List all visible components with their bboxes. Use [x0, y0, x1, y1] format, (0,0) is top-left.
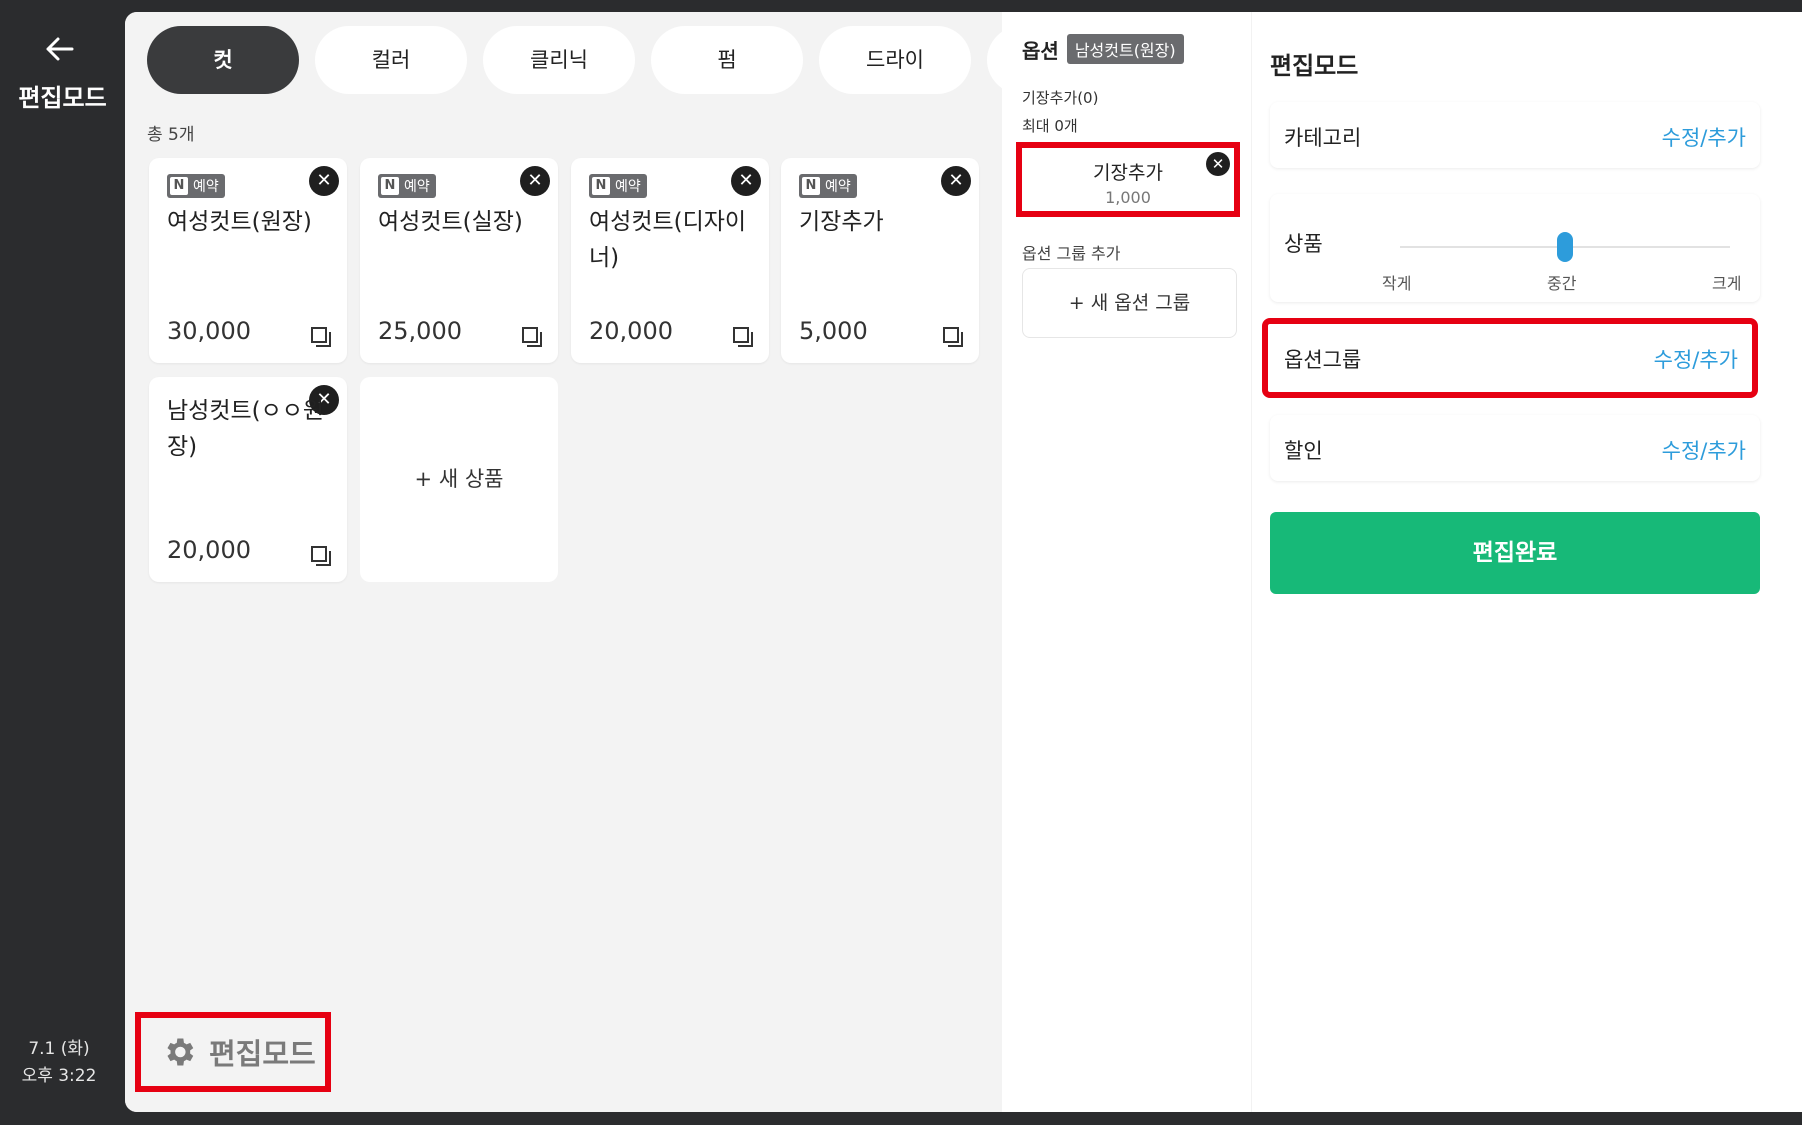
product-name: 기장추가 — [799, 209, 884, 235]
copy-icon[interactable] — [309, 544, 333, 568]
product-area: 컷 컬러 클리닉 펌 드라이 총 5개 N 예약 ✕ 여성컷트(원장) 30,00… — [125, 12, 1002, 1112]
tab-more[interactable] — [987, 26, 1002, 94]
size-small-label: 작게 — [1382, 274, 1412, 293]
tab-perm[interactable]: 펌 — [651, 26, 803, 94]
product-name: 여성컷트(실장) — [378, 209, 523, 235]
main-panel: 컷 컬러 클리닉 펌 드라이 총 5개 N 예약 ✕ 여성컷트(원장) 30,00… — [125, 12, 1802, 1112]
edit-mode-label: 편집모드 — [209, 1037, 316, 1071]
product-price: 25,000 — [378, 317, 462, 345]
delete-icon[interactable]: ✕ — [1206, 152, 1230, 176]
naver-booking-badge: N 예약 — [378, 174, 436, 198]
product-card[interactable]: ✕ 남성컷트(ㅇㅇ원장) 20,000 — [149, 377, 347, 582]
tab-color[interactable]: 컬러 — [315, 26, 467, 94]
date-time: 7.1 (화) 오후 3:22 — [0, 1036, 118, 1090]
add-option-group-label: 옵션 그룹 추가 — [1022, 244, 1121, 263]
time-label: 오후 3:22 — [21, 1066, 97, 1086]
category-row: 카테고리 수정/추가 — [1270, 102, 1760, 168]
product-name: 남성컷트(ㅇㅇ원장) — [167, 398, 325, 460]
slider-thumb[interactable] — [1557, 232, 1573, 262]
product-card[interactable]: N 예약 ✕ 여성컷트(디자이너) 20,000 — [571, 158, 769, 363]
option-item[interactable]: 기장추가 1,000 ✕ — [1016, 142, 1240, 217]
naver-booking-badge: N 예약 — [589, 174, 647, 198]
product-price: 20,000 — [589, 317, 673, 345]
date-label: 7.1 (화) — [28, 1039, 90, 1059]
product-size-label: 상품 — [1284, 232, 1323, 256]
tab-cut[interactable]: 컷 — [147, 26, 299, 94]
category-tabs: 컷 컬러 클리닉 펌 드라이 — [147, 26, 1002, 96]
rail-title: 편집모드 — [18, 84, 107, 112]
naver-n-icon: N — [381, 177, 399, 195]
option-group-name: 기장추가(0) — [1022, 89, 1099, 107]
option-item-name: 기장추가 — [1093, 162, 1163, 184]
gear-icon — [167, 1038, 194, 1066]
option-group-label: 옵션그룹 — [1284, 348, 1362, 372]
product-name: 여성컷트(원장) — [167, 209, 312, 235]
tab-clinic[interactable]: 클리닉 — [483, 26, 635, 94]
naver-n-icon: N — [170, 177, 188, 195]
product-price: 5,000 — [799, 317, 868, 345]
new-option-group-button[interactable]: + 새 옵션 그룹 — [1022, 268, 1237, 338]
category-edit-link[interactable]: 수정/추가 — [1662, 122, 1746, 152]
product-card[interactable]: N 예약 ✕ 기장추가 5,000 — [781, 158, 979, 363]
options-title: 옵션 — [1022, 38, 1059, 63]
naver-n-icon: N — [592, 177, 610, 195]
back-arrow-icon[interactable] — [38, 30, 82, 68]
naver-booking-badge: N 예약 — [167, 174, 225, 198]
discount-row: 할인 수정/추가 — [1270, 415, 1760, 481]
product-count: 총 5개 — [147, 125, 195, 145]
edit-panel-title: 편집모드 — [1270, 52, 1359, 80]
new-product-button[interactable]: + 새 상품 — [360, 377, 558, 582]
option-group-edit-link[interactable]: 수정/추가 — [1654, 344, 1738, 374]
edit-done-button[interactable]: 편집완료 — [1270, 512, 1760, 594]
edit-mode-button[interactable]: 편집모드 — [135, 1012, 331, 1092]
delete-icon[interactable]: ✕ — [309, 166, 339, 196]
naver-booking-badge: N 예약 — [799, 174, 857, 198]
product-size-row: 상품 작게 중간 크게 — [1270, 194, 1760, 302]
discount-label: 할인 — [1284, 439, 1323, 463]
left-rail: 편집모드 7.1 (화) 오후 3:22 — [0, 0, 125, 1125]
product-name: 여성컷트(디자이너) — [589, 209, 747, 271]
category-label: 카테고리 — [1284, 126, 1362, 150]
delete-icon[interactable]: ✕ — [731, 166, 761, 196]
option-group-max: 최대 0개 — [1022, 117, 1078, 135]
product-card[interactable]: N 예약 ✕ 여성컷트(원장) 30,000 — [149, 158, 347, 363]
tab-dry[interactable]: 드라이 — [819, 26, 971, 94]
size-large-label: 크게 — [1712, 274, 1742, 293]
product-card[interactable]: N 예약 ✕ 여성컷트(실장) 25,000 — [360, 158, 558, 363]
product-price: 30,000 — [167, 317, 251, 345]
edit-mode-panel: 편집모드 카테고리 수정/추가 상품 작게 중간 크게 옵션그룹 수정/추가 할… — [1252, 12, 1802, 1112]
copy-icon[interactable] — [520, 325, 544, 349]
delete-icon[interactable]: ✕ — [941, 166, 971, 196]
selected-product-tag: 남성컷트(원장) — [1066, 34, 1184, 64]
copy-icon[interactable] — [309, 325, 333, 349]
option-item-price: 1,000 — [1105, 188, 1151, 207]
size-medium-label: 중간 — [1547, 274, 1577, 293]
copy-icon[interactable] — [941, 325, 965, 349]
naver-n-icon: N — [802, 177, 820, 195]
discount-edit-link[interactable]: 수정/추가 — [1662, 435, 1746, 465]
product-price: 20,000 — [167, 536, 251, 564]
option-group-row: 옵션그룹 수정/추가 — [1262, 318, 1758, 398]
product-size-slider[interactable] — [1400, 232, 1730, 262]
copy-icon[interactable] — [731, 325, 755, 349]
delete-icon[interactable]: ✕ — [520, 166, 550, 196]
options-panel: 옵션 남성컷트(원장) 기장추가(0) 최대 0개 기장추가 1,000 ✕ 옵… — [1002, 12, 1252, 1112]
options-header: 옵션 남성컷트(원장) — [1022, 34, 1184, 64]
